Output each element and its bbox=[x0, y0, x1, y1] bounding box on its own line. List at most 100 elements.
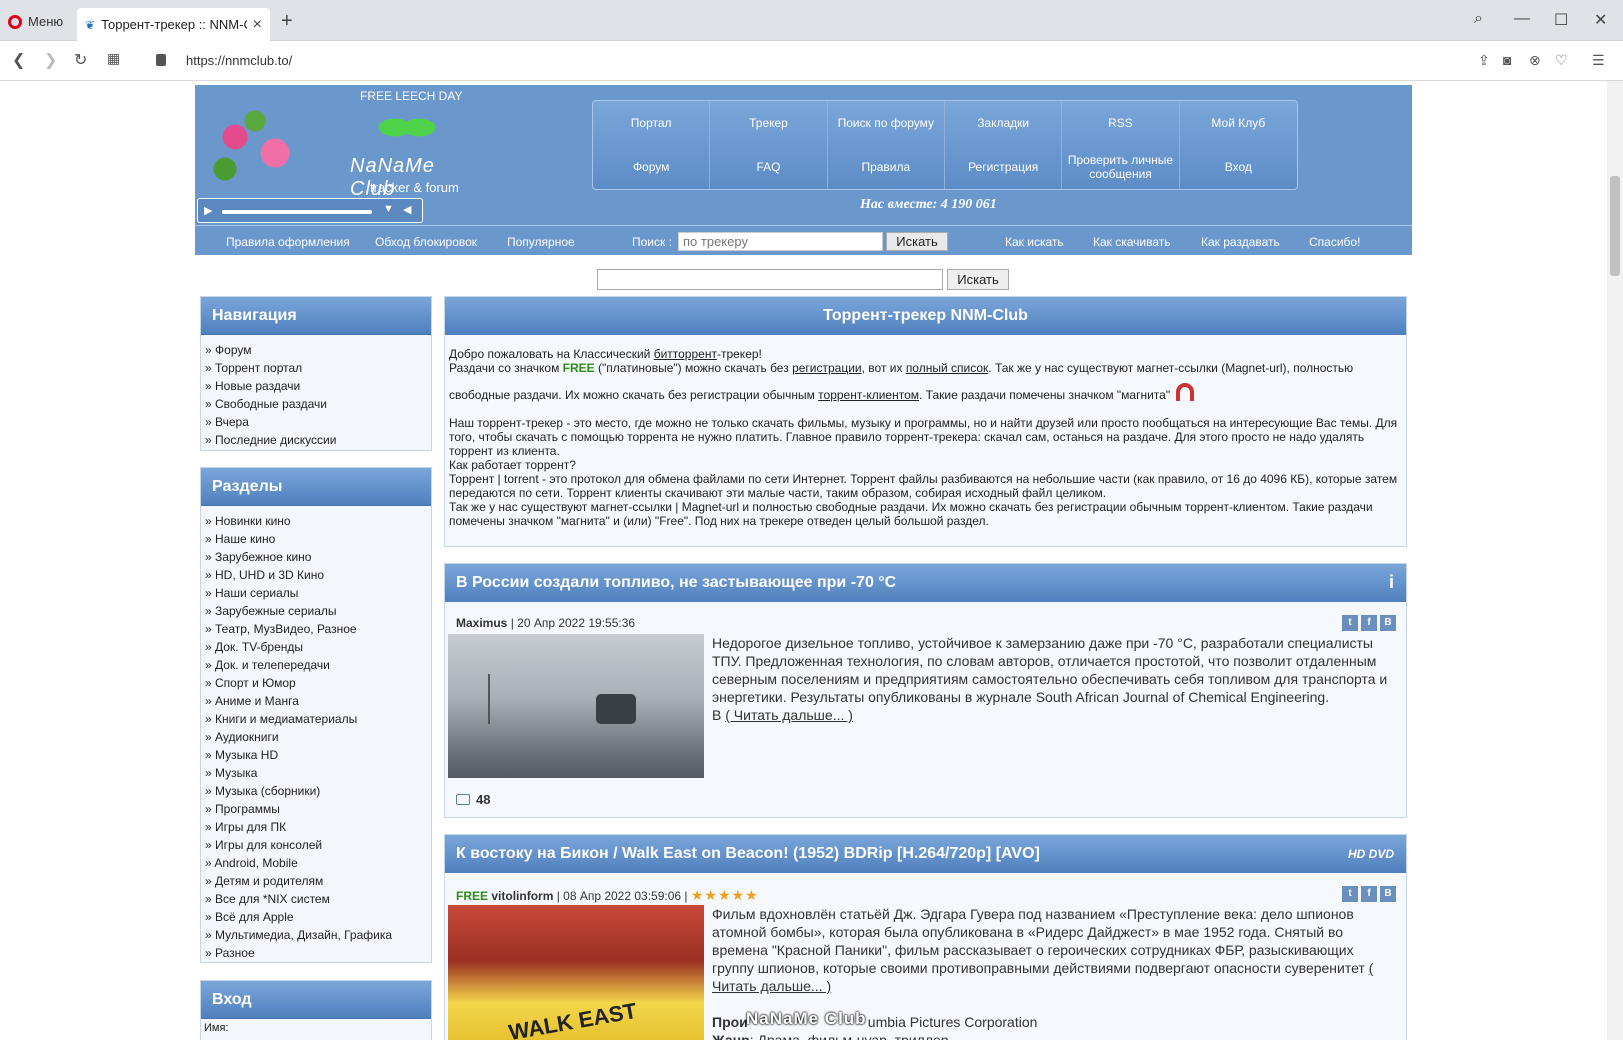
read-more-link[interactable]: ( Читать дальше... ) bbox=[725, 707, 853, 723]
link-bittorrent[interactable]: битторрент bbox=[654, 347, 717, 361]
sidebar-section-item[interactable]: Наши сериалы bbox=[205, 584, 427, 602]
sidebar-section-item[interactable]: Док. TV-бренды bbox=[205, 638, 427, 656]
link-thanks[interactable]: Спасибо! bbox=[1309, 235, 1360, 249]
sidebar-nav-item[interactable]: Торрент портал bbox=[205, 359, 427, 377]
link-how-to-download[interactable]: Как скачивать bbox=[1093, 235, 1171, 249]
sidebar-section-item[interactable]: Книги и медиаматериалы bbox=[205, 710, 427, 728]
sidebar-section-item[interactable]: Музыка (сборники) bbox=[205, 782, 427, 800]
news-author[interactable]: Maximus bbox=[456, 616, 507, 630]
secondary-search-button[interactable]: Искать bbox=[947, 269, 1009, 290]
comments-count[interactable]: 48 bbox=[456, 792, 490, 807]
browser-tab-active[interactable]: ❦ Торрент-трекер :: NNM-C × bbox=[77, 8, 270, 41]
link-formatting-rules[interactable]: Правила оформления bbox=[226, 235, 350, 249]
secondary-search-input[interactable] bbox=[597, 269, 943, 290]
sidebar-section-item[interactable]: Аниме и Манга bbox=[205, 692, 427, 710]
sidebar-section-item[interactable]: Мультимедиа, Дизайн, Графика bbox=[205, 926, 427, 944]
link-how-to-seed[interactable]: Как раздавать bbox=[1201, 235, 1280, 249]
tab-close-icon[interactable]: × bbox=[253, 16, 262, 34]
back-icon[interactable]: ❮ bbox=[12, 50, 25, 70]
sidebar-sections-title: Разделы bbox=[201, 468, 431, 506]
info-icon[interactable]: i bbox=[1389, 572, 1394, 593]
tracker-search-input[interactable] bbox=[678, 232, 883, 251]
nav-register[interactable]: Регистрация bbox=[945, 145, 1063, 189]
audio-player[interactable]: ▶ ▼ ◀ bbox=[197, 198, 423, 223]
adblock-icon[interactable]: ⊗ bbox=[1529, 52, 1541, 69]
easy-setup-icon[interactable]: ☰ bbox=[1592, 52, 1605, 69]
nav-tracker[interactable]: Трекер bbox=[710, 101, 828, 145]
sidebar-section-item[interactable]: Игры для ПК bbox=[205, 818, 427, 836]
play-icon[interactable]: ▶ bbox=[204, 204, 212, 217]
volume-icon[interactable]: ◀ bbox=[403, 203, 411, 216]
sidebar-nav-item[interactable]: Вчера bbox=[205, 413, 427, 431]
player-dropdown-icon[interactable]: ▼ bbox=[383, 203, 394, 215]
sidebar-section-item[interactable]: Игры для консолей bbox=[205, 836, 427, 854]
nav-private-messages[interactable]: Проверить личные сообщения bbox=[1062, 145, 1180, 189]
vk-icon[interactable]: B bbox=[1380, 886, 1396, 902]
nav-forum[interactable]: Форум bbox=[593, 145, 711, 189]
sidebar-section-item[interactable]: Музыка bbox=[205, 764, 427, 782]
link-bypass-blocking[interactable]: Обход блокировок bbox=[375, 235, 477, 249]
camera-icon[interactable]: ◙ bbox=[1503, 52, 1511, 68]
sidebar-nav-item[interactable]: Свободные раздачи bbox=[205, 395, 427, 413]
twitter-icon[interactable]: t bbox=[1342, 615, 1358, 631]
login-name-label: Имя: bbox=[204, 1022, 229, 1034]
sidebar-section-item[interactable]: Наше кино bbox=[205, 530, 427, 548]
link-torrent-client[interactable]: торрент-клиентом bbox=[818, 388, 919, 402]
share-icon[interactable]: ⇪ bbox=[1478, 52, 1490, 69]
sidebar-section-item[interactable]: Всё для Apple bbox=[205, 908, 427, 926]
url-field[interactable]: https://nnmclub.to/ bbox=[186, 53, 292, 68]
sidebar-section-item[interactable]: Детям и родителям bbox=[205, 872, 427, 890]
browser-menu-button[interactable]: Меню bbox=[8, 14, 63, 29]
link-full-list[interactable]: полный список bbox=[906, 361, 988, 375]
nav-my-club[interactable]: Мой Клуб bbox=[1180, 101, 1297, 145]
scroll-thumb[interactable] bbox=[1610, 176, 1620, 276]
news-author[interactable]: vitolinform bbox=[491, 889, 553, 903]
nav-bookmarks[interactable]: Закладки bbox=[945, 101, 1063, 145]
sidebar-nav-item[interactable]: Форум bbox=[205, 341, 427, 359]
sidebar-section-item[interactable]: Док. и телепередачи bbox=[205, 656, 427, 674]
sidebar-section-item[interactable]: Разное bbox=[205, 944, 427, 962]
page-scrollbar[interactable] bbox=[1607, 81, 1623, 1040]
nav-rules[interactable]: Правила bbox=[828, 145, 945, 189]
tracker-search-button[interactable]: Искать bbox=[886, 232, 948, 251]
sidebar-section-item[interactable]: Все для *NIX систем bbox=[205, 890, 427, 908]
sidebar-section-item[interactable]: Новинки кино bbox=[205, 512, 427, 530]
nav-login[interactable]: Вход bbox=[1180, 145, 1297, 189]
nav-portal[interactable]: Портал bbox=[593, 101, 711, 145]
speed-dial-icon[interactable]: ▦ bbox=[107, 50, 120, 67]
link-registration[interactable]: регистрации bbox=[792, 361, 862, 375]
news-title[interactable]: К востоку на Бикон / Walk East on Beacon… bbox=[445, 835, 1406, 873]
facebook-icon[interactable]: f bbox=[1361, 615, 1377, 631]
player-progress-bar[interactable] bbox=[222, 210, 372, 214]
new-tab-icon[interactable]: + bbox=[281, 10, 293, 33]
movie-poster[interactable]: WALK EAST bbox=[448, 905, 704, 1040]
sidebar-section-item[interactable]: Спорт и Юмор bbox=[205, 674, 427, 692]
sidebar-section-item[interactable]: Зарубежные сериалы bbox=[205, 602, 427, 620]
sidebar-section-item[interactable]: Зарубежное кино bbox=[205, 548, 427, 566]
maximize-icon[interactable]: ☐ bbox=[1554, 10, 1568, 30]
nav-forum-search[interactable]: Поиск по форуму bbox=[828, 101, 945, 145]
news-title[interactable]: В России создали топливо, не застывающее… bbox=[445, 564, 1406, 602]
reload-icon[interactable]: ↻ bbox=[74, 50, 87, 70]
heart-icon[interactable]: ♡ bbox=[1555, 52, 1568, 69]
search-icon[interactable]: ⌕ bbox=[1474, 10, 1483, 28]
facebook-icon[interactable]: f bbox=[1361, 886, 1377, 902]
sidebar-section-item[interactable]: Театр, МузВидео, Разное bbox=[205, 620, 427, 638]
link-how-to-search[interactable]: Как искать bbox=[1005, 235, 1064, 249]
close-window-icon[interactable]: ✕ bbox=[1594, 10, 1607, 30]
nav-rss[interactable]: RSS bbox=[1062, 101, 1180, 145]
sidebar-section-item[interactable]: Аудиокниги bbox=[205, 728, 427, 746]
forward-icon[interactable]: ❯ bbox=[44, 50, 57, 70]
nav-faq[interactable]: FAQ bbox=[710, 145, 828, 189]
sidebar-section-item[interactable]: Программы bbox=[205, 800, 427, 818]
sidebar-nav-item[interactable]: Последние дискуссии bbox=[205, 431, 427, 449]
sidebar-section-item[interactable]: HD, UHD и 3D Кино bbox=[205, 566, 427, 584]
sidebar-section-item[interactable]: Музыка HD bbox=[205, 746, 427, 764]
twitter-icon[interactable]: t bbox=[1342, 886, 1358, 902]
sidebar-nav-item[interactable]: Новые раздачи bbox=[205, 377, 427, 395]
sidebar-section-item[interactable]: Android, Mobile bbox=[205, 854, 427, 872]
minimize-icon[interactable]: — bbox=[1514, 10, 1530, 28]
link-popular[interactable]: Популярное bbox=[507, 235, 575, 249]
members-count: Нас вместе: 4 190 061 bbox=[860, 197, 997, 212]
vk-icon[interactable]: B bbox=[1380, 615, 1396, 631]
